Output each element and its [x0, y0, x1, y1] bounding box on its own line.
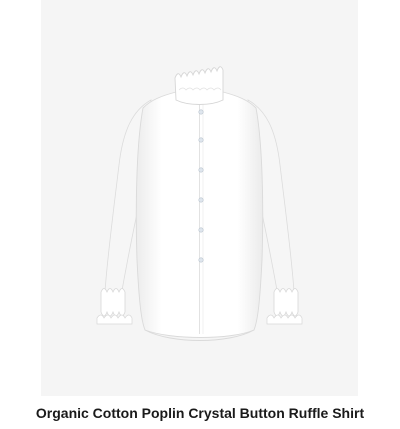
- product-image[interactable]: [41, 0, 358, 396]
- product-card[interactable]: Organic Cotton Poplin Crystal Button Ruf…: [0, 0, 400, 429]
- shirt-image-icon: [96, 66, 303, 341]
- product-title[interactable]: Organic Cotton Poplin Crystal Button Ruf…: [0, 403, 400, 423]
